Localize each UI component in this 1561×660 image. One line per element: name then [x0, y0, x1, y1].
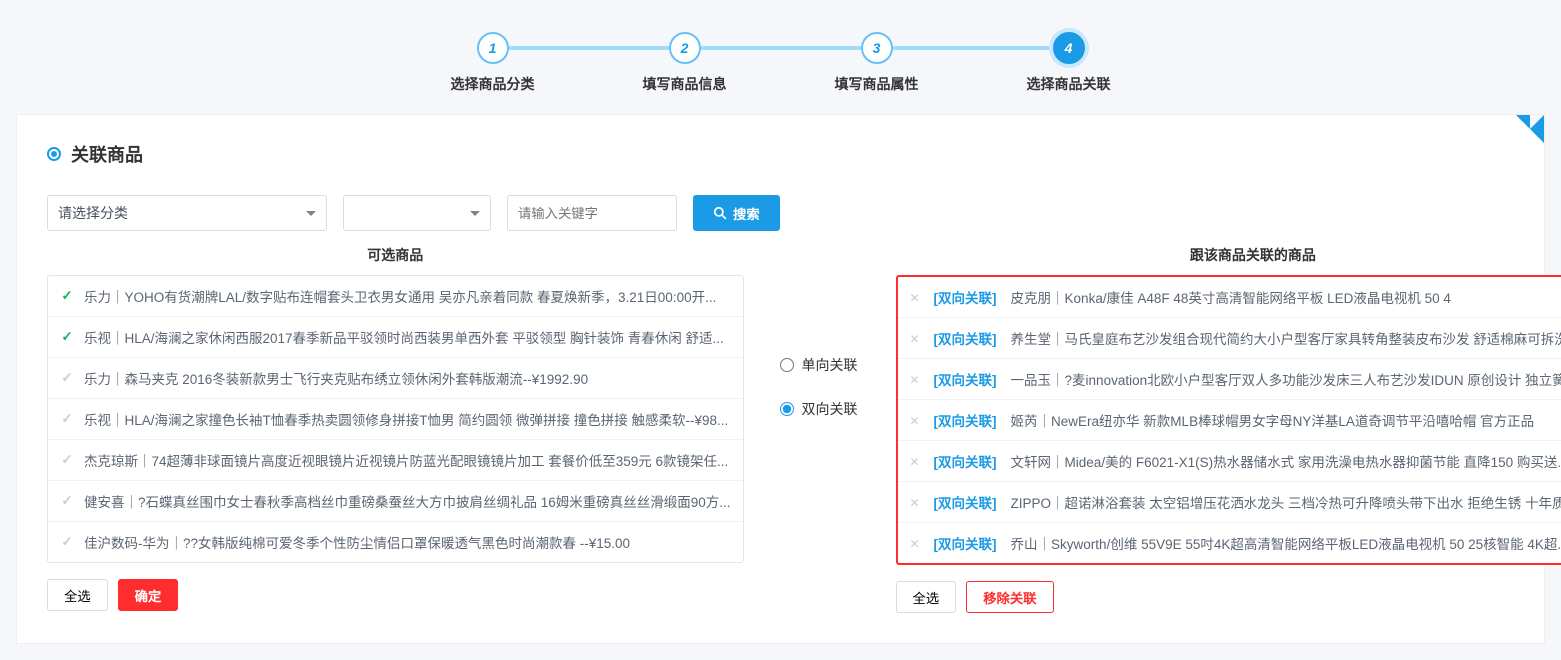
step-label-2: 填写商品信息: [589, 74, 781, 94]
relation-tag: [双向关联]: [934, 328, 997, 348]
search-button[interactable]: 搜索: [693, 195, 780, 231]
one-way-radio-input[interactable]: [780, 358, 794, 372]
close-icon[interactable]: [910, 290, 924, 304]
available-item[interactable]: 杰克琼斯｜74超薄非球面镜片高度近视眼镜片近视镜片防蓝光配眼镜镜片加工 套餐价低…: [48, 439, 743, 480]
chevron-down-icon: [470, 211, 480, 216]
available-confirm-button[interactable]: 确定: [118, 579, 179, 611]
related-select-all-button[interactable]: 全选: [896, 581, 957, 613]
check-icon: [60, 330, 74, 344]
step-tracker: 1 2 3 4 选择商品分类 填写商品信息 填写商品属性 选择商品关联: [391, 32, 1171, 94]
two-way-radio[interactable]: 双向关联: [780, 399, 858, 419]
two-way-radio-input[interactable]: [780, 402, 794, 416]
step-bubble-1: 1: [477, 32, 509, 64]
available-item-text: 杰克琼斯｜74超薄非球面镜片高度近视眼镜片近视镜片防蓝光配眼镜镜片加工 套餐价低…: [84, 450, 728, 470]
corner-fold-icon: [1516, 115, 1544, 143]
related-item-text: 养生堂｜马氏皇庭布艺沙发组合现代简约大小户型客厅家具转角整装皮布沙发 舒适棉麻可…: [1011, 328, 1561, 348]
available-select-all-button[interactable]: 全选: [47, 579, 108, 611]
available-item-text: 佳沪数码-华为｜??女韩版纯棉可爱冬季个性防尘情侣口罩保暖透气黑色时尚潮款春 -…: [84, 532, 630, 552]
available-item[interactable]: 乐视｜HLA/海澜之家休闲西服2017春季新品平驳领时尚西装男单西外套 平驳领型…: [48, 316, 743, 357]
category-select[interactable]: 请选择分类: [47, 195, 327, 231]
panel-radio-icon: [47, 147, 61, 161]
check-icon: [60, 453, 74, 467]
close-icon[interactable]: [910, 413, 924, 427]
related-item-text: 姬芮｜NewEra纽亦华 新款MLB棒球帽男女字母NY洋基LA道奇调节平沿嘻哈帽…: [1011, 410, 1535, 430]
check-icon: [60, 371, 74, 385]
panel-related-products: 关联商品 请选择分类 搜索 可选商品 乐力: [16, 114, 1545, 644]
chevron-down-icon: [306, 211, 316, 216]
related-item-text: 乔山｜Skyworth/创维 55V9E 55吋4K超高清智能网络平板LED液晶…: [1011, 533, 1561, 553]
panel-title: 关联商品: [71, 141, 143, 167]
available-item-text: 乐力｜森马夹克 2016冬装新款男士飞行夹克贴布绣立领休闲外套韩版潮流--¥19…: [84, 368, 588, 388]
relation-tag: [双向关联]: [934, 287, 997, 307]
available-item[interactable]: 乐视｜HLA/海澜之家撞色长袖T恤春季热卖圆领修身拼接T恤男 简约圆领 微弹拼接…: [48, 398, 743, 439]
search-input[interactable]: [507, 195, 677, 231]
relation-tag: [双向关联]: [934, 369, 997, 389]
related-item-text: ZIPPO｜超诺淋浴套装 太空铝增压花洒水龙头 三档冷热可升降喷头带下出水 拒绝…: [1011, 492, 1561, 512]
available-item-text: 乐力｜YOHO有货潮牌LAL/数字贴布连帽套头卫衣男女通用 吴亦凡亲着同款 春夏…: [84, 286, 716, 306]
related-item[interactable]: [双向关联] 乔山｜Skyworth/创维 55V9E 55吋4K超高清智能网络平…: [898, 522, 1561, 563]
available-item-text: 乐视｜HLA/海澜之家撞色长袖T恤春季热卖圆领修身拼接T恤男 简约圆领 微弹拼接…: [84, 409, 728, 429]
step-bubble-3: 3: [861, 32, 893, 64]
available-item[interactable]: 健安喜｜?石蝶真丝围巾女士春秋季高档丝巾重磅桑蚕丝大方巾披肩丝绸礼品 16姆米重…: [48, 480, 743, 521]
available-item[interactable]: 佳沪数码-华为｜??女韩版纯棉可爱冬季个性防尘情侣口罩保暖透气黑色时尚潮款春 -…: [48, 521, 743, 562]
category-select-placeholder: 请选择分类: [58, 203, 128, 223]
step-bubble-4: 4: [1053, 32, 1085, 64]
related-item-text: 文轩网｜Midea/美的 F6021-X1(S)热水器储水式 家用洗澡电热水器抑…: [1011, 451, 1561, 471]
check-icon: [60, 494, 74, 508]
related-item[interactable]: [双向关联] 一品玉｜?麦innovation北欧小户型客厅双人多功能沙发床三人布…: [898, 358, 1561, 399]
subcategory-select[interactable]: [343, 195, 491, 231]
related-item[interactable]: [双向关联] 姬芮｜NewEra纽亦华 新款MLB棒球帽男女字母NY洋基LA道奇调…: [898, 399, 1561, 440]
available-title: 可选商品: [47, 245, 744, 265]
relation-tag: [双向关联]: [934, 410, 997, 430]
step-label-4: 选择商品关联: [973, 74, 1165, 94]
close-icon[interactable]: [910, 331, 924, 345]
related-item-text: 一品玉｜?麦innovation北欧小户型客厅双人多功能沙发床三人布艺沙发IDU…: [1011, 369, 1561, 389]
step-label-3: 填写商品属性: [781, 74, 973, 94]
available-list: 乐力｜YOHO有货潮牌LAL/数字贴布连帽套头卫衣男女通用 吴亦凡亲着同款 春夏…: [47, 275, 744, 563]
step-bubble-2: 2: [669, 32, 701, 64]
related-item[interactable]: [双向关联] 文轩网｜Midea/美的 F6021-X1(S)热水器储水式 家用洗…: [898, 440, 1561, 481]
related-item[interactable]: [双向关联] 皮克朋｜Konka/康佳 A48F 48英寸高清智能网络平板 LED…: [898, 277, 1561, 317]
available-item-text: 健安喜｜?石蝶真丝围巾女士春秋季高档丝巾重磅桑蚕丝大方巾披肩丝绸礼品 16姆米重…: [84, 491, 731, 511]
close-icon[interactable]: [910, 536, 924, 550]
related-remove-button[interactable]: 移除关联: [966, 581, 1053, 613]
step-label-1: 选择商品分类: [397, 74, 589, 94]
related-item[interactable]: [双向关联] 养生堂｜马氏皇庭布艺沙发组合现代简约大小户型客厅家具转角整装皮布沙发…: [898, 317, 1561, 358]
available-item-text: 乐视｜HLA/海澜之家休闲西服2017春季新品平驳领时尚西装男单西外套 平驳领型…: [84, 327, 724, 347]
relation-tag: [双向关联]: [934, 451, 997, 471]
available-item[interactable]: 乐力｜YOHO有货潮牌LAL/数字贴布连帽套头卫衣男女通用 吴亦凡亲着同款 春夏…: [48, 276, 743, 316]
close-icon[interactable]: [910, 495, 924, 509]
related-list: [双向关联] 皮克朋｜Konka/康佳 A48F 48英寸高清智能网络平板 LED…: [896, 275, 1561, 565]
close-icon[interactable]: [910, 454, 924, 468]
close-icon[interactable]: [910, 372, 924, 386]
related-item-text: 皮克朋｜Konka/康佳 A48F 48英寸高清智能网络平板 LED液晶电视机 …: [1011, 287, 1451, 307]
check-icon: [60, 412, 74, 426]
check-icon: [60, 535, 74, 549]
search-icon: [713, 206, 727, 220]
related-title: 跟该商品关联的商品: [896, 245, 1561, 265]
relation-tag: [双向关联]: [934, 533, 997, 553]
check-icon: [60, 289, 74, 303]
related-item[interactable]: [双向关联] ZIPPO｜超诺淋浴套装 太空铝增压花洒水龙头 三档冷热可升降喷头带…: [898, 481, 1561, 522]
one-way-radio[interactable]: 单向关联: [780, 355, 858, 375]
available-item[interactable]: 乐力｜森马夹克 2016冬装新款男士飞行夹克贴布绣立领休闲外套韩版潮流--¥19…: [48, 357, 743, 398]
relation-tag: [双向关联]: [934, 492, 997, 512]
